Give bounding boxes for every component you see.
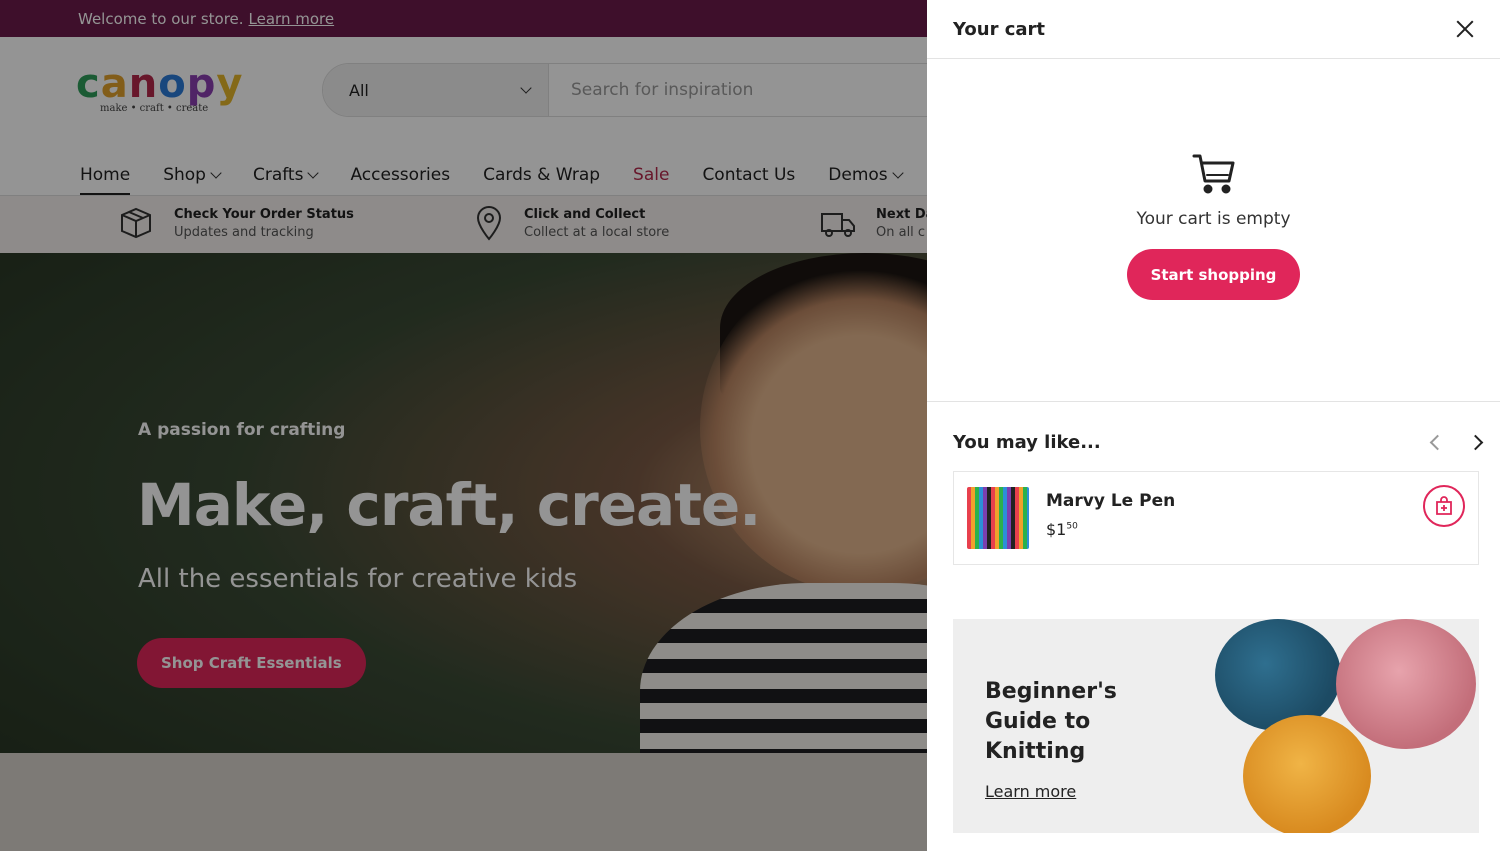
you-may-like-title: You may like...: [953, 432, 1101, 453]
cart-icon: [1192, 154, 1234, 194]
yarn-orange-image: [1243, 715, 1371, 833]
cart-header: Your cart: [927, 0, 1500, 59]
cart-drawer: Your cart Your cart is empty Start shopp…: [927, 0, 1500, 851]
price-cents: 50: [1066, 521, 1078, 532]
product-price: $150: [1046, 520, 1175, 539]
yarn-blue-image: [1215, 619, 1341, 731]
guide-learn-more-link[interactable]: Learn more: [985, 782, 1076, 801]
you-may-like-header: You may like...: [927, 402, 1500, 453]
cart-empty-state: Your cart is empty Start shopping: [927, 59, 1500, 402]
bag-plus-icon: [1436, 496, 1452, 515]
price-main: $1: [1046, 520, 1067, 539]
add-to-cart-button[interactable]: [1423, 485, 1465, 527]
close-icon[interactable]: [1452, 16, 1478, 42]
chevron-left-icon[interactable]: [1428, 434, 1446, 452]
carousel-arrows: [1428, 434, 1484, 452]
guide-title: Beginner's Guide to Knitting: [985, 679, 1117, 764]
product-image[interactable]: [967, 487, 1029, 549]
chevron-right-icon[interactable]: [1466, 434, 1484, 452]
yarn-pink-image: [1336, 619, 1476, 749]
cart-empty-text: Your cart is empty: [1136, 209, 1291, 229]
cart-title: Your cart: [953, 18, 1046, 40]
drawer-backdrop[interactable]: [0, 0, 927, 851]
product-name[interactable]: Marvy Le Pen: [1046, 491, 1175, 511]
product-info: Marvy Le Pen $150: [1046, 491, 1175, 539]
knitting-guide-banner[interactable]: Beginner's Guide to Knitting Learn more: [953, 619, 1479, 833]
recommended-product-card[interactable]: Marvy Le Pen $150: [953, 471, 1479, 565]
start-shopping-button[interactable]: Start shopping: [1126, 249, 1301, 300]
